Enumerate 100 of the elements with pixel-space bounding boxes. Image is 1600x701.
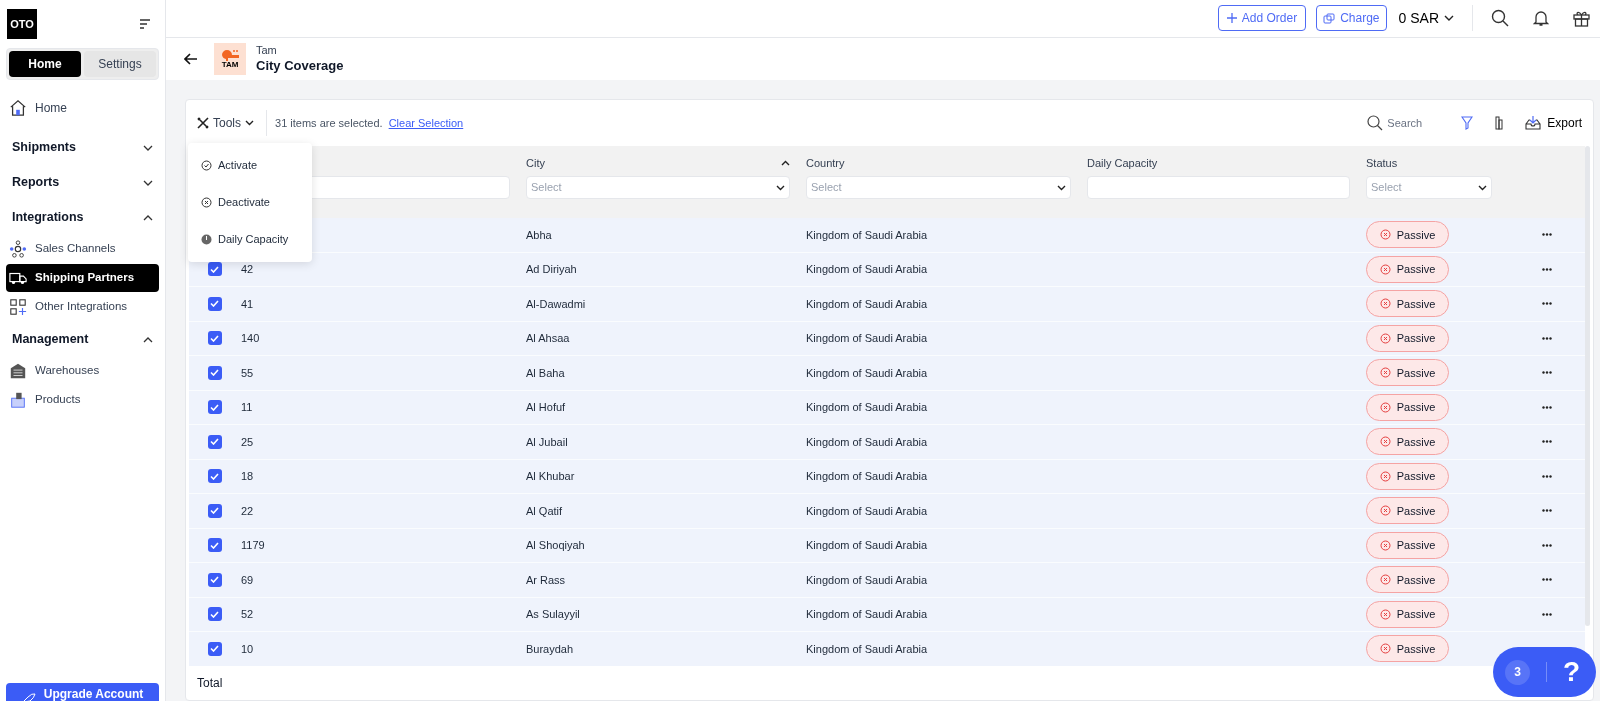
table-cell: 1179 xyxy=(241,539,265,551)
row-checkbox[interactable] xyxy=(207,607,222,622)
sidebar-item[interactable]: Sales Channels xyxy=(6,235,159,263)
row-checkbox[interactable] xyxy=(207,331,222,346)
clear-selection-link[interactable]: Clear Selection xyxy=(388,114,464,132)
sidebar-item[interactable]: Shipping Partners xyxy=(6,264,159,292)
x-circle-icon xyxy=(1379,643,1391,655)
notification-count: 3 xyxy=(1505,659,1530,685)
chevron-down-icon xyxy=(143,144,153,151)
row-checkbox[interactable] xyxy=(207,262,222,277)
more-icon[interactable] xyxy=(1541,336,1552,340)
column-header[interactable]: Daily Capacity xyxy=(1087,154,1158,172)
upgrade-button[interactable]: Upgrade Account xyxy=(6,683,159,701)
more-icon[interactable] xyxy=(1541,405,1552,409)
back-arrow-icon[interactable] xyxy=(184,52,198,65)
sort-up-icon[interactable] xyxy=(781,160,790,166)
more-icon[interactable] xyxy=(1541,612,1552,616)
table-cell: As Sulayyil xyxy=(526,608,580,620)
row-checkbox[interactable] xyxy=(207,538,222,553)
table-cell: Al Hofuf xyxy=(526,401,566,413)
row-checkbox[interactable] xyxy=(207,572,222,587)
sidebar-tab[interactable]: Settings xyxy=(84,51,156,77)
balance-dropdown[interactable]: 0 SAR xyxy=(1398,7,1454,29)
status-badge: Passive xyxy=(1366,290,1449,318)
status-badge: Passive xyxy=(1366,635,1449,663)
more-icon[interactable] xyxy=(1541,371,1552,375)
table-cell: 18 xyxy=(241,470,254,482)
chevron-down-icon xyxy=(1444,15,1454,22)
home-icon xyxy=(9,99,27,117)
menu-item[interactable]: Activate xyxy=(188,147,312,184)
table-cell: 69 xyxy=(241,573,254,586)
partner-name: Tam xyxy=(256,43,278,58)
charge-button[interactable]: Charge xyxy=(1316,5,1387,32)
menu-item[interactable]: Deactivate xyxy=(188,184,312,221)
check-circle-icon xyxy=(201,160,212,171)
table-cell: Al Khubar xyxy=(526,470,575,482)
partner-logo: TAM xyxy=(214,42,246,75)
sidebar-item[interactable]: Home xyxy=(6,94,159,122)
row-checkbox[interactable] xyxy=(207,641,222,656)
bell-icon[interactable] xyxy=(1533,9,1549,28)
table-cell: Kingdom of Saudi Arabia xyxy=(806,642,928,655)
menu-icon[interactable] xyxy=(139,19,151,29)
search-field[interactable]: Search xyxy=(1387,114,1444,132)
menu-item[interactable]: Daily Capacity xyxy=(188,221,312,258)
row-checkbox[interactable] xyxy=(207,503,222,518)
sidebar-section[interactable]: Reports xyxy=(0,165,165,200)
x-circle-icon xyxy=(1379,470,1391,482)
help-button[interactable]: 3 ? xyxy=(1493,647,1596,697)
table-cell: 52 xyxy=(241,608,254,620)
column-header[interactable]: Status xyxy=(1366,154,1398,172)
sidebar-section[interactable]: Integrations xyxy=(0,200,165,235)
table-cell: Kingdom of Saudi Arabia xyxy=(806,366,928,379)
table-cell: Ar Rass xyxy=(526,573,566,586)
sidebar-tab[interactable]: Home xyxy=(9,51,81,77)
sidebar-item[interactable]: Other Integrations xyxy=(6,293,159,321)
table-cell: 10 xyxy=(241,642,254,655)
more-icon[interactable] xyxy=(1541,267,1552,271)
sidebar-section[interactable]: Shipments xyxy=(0,130,165,165)
columns-icon[interactable] xyxy=(1495,116,1504,130)
table-cell: Kingdom of Saudi Arabia xyxy=(806,332,928,344)
row-checkbox[interactable] xyxy=(207,400,222,415)
chevron-up-icon xyxy=(143,214,153,221)
sidebar-item[interactable]: Products xyxy=(6,386,159,414)
x-circle-icon xyxy=(1379,574,1391,586)
row-checkbox[interactable] xyxy=(207,469,222,484)
row-checkbox[interactable] xyxy=(207,296,222,311)
add-order-button[interactable]: Add Order xyxy=(1217,5,1307,32)
status-badge: Passive xyxy=(1366,221,1449,249)
search-icon[interactable] xyxy=(1491,9,1509,28)
x-circle-icon xyxy=(1379,263,1391,275)
x-circle-icon xyxy=(1379,332,1391,344)
x-circle-icon xyxy=(1379,505,1391,517)
row-checkbox[interactable] xyxy=(207,434,222,449)
table-cell: Kingdom of Saudi Arabia xyxy=(806,263,928,275)
tools-dropdown[interactable]: Tools xyxy=(197,110,267,136)
more-icon[interactable] xyxy=(1541,440,1552,444)
column-header[interactable]: City xyxy=(526,154,545,172)
column-header[interactable]: Country xyxy=(806,154,845,172)
filter-input[interactable] xyxy=(1087,176,1350,199)
network-icon xyxy=(9,240,27,258)
gift-icon[interactable] xyxy=(1573,9,1590,27)
status-badge: Passive xyxy=(1366,600,1449,628)
table-cell: 25 xyxy=(241,435,254,448)
table-cell: 55 xyxy=(241,366,254,379)
x-circle-icon xyxy=(1379,367,1391,379)
row-checkbox[interactable] xyxy=(207,365,222,380)
chevron-down-icon xyxy=(245,120,254,126)
filter-icon[interactable] xyxy=(1461,116,1474,130)
more-icon[interactable] xyxy=(1541,543,1552,547)
export-button[interactable]: Export xyxy=(1525,114,1582,132)
more-icon[interactable] xyxy=(1541,233,1552,237)
more-icon[interactable] xyxy=(1541,578,1552,582)
sidebar-item[interactable]: Warehouses xyxy=(6,357,159,385)
more-icon[interactable] xyxy=(1541,474,1552,478)
x-circle-icon xyxy=(1379,608,1391,620)
status-badge: Passive xyxy=(1366,393,1449,421)
sidebar-section[interactable]: Management xyxy=(0,322,165,357)
more-icon[interactable] xyxy=(1541,509,1552,513)
more-icon[interactable] xyxy=(1541,302,1552,306)
table-cell: Kingdom of Saudi Arabia xyxy=(806,504,928,517)
